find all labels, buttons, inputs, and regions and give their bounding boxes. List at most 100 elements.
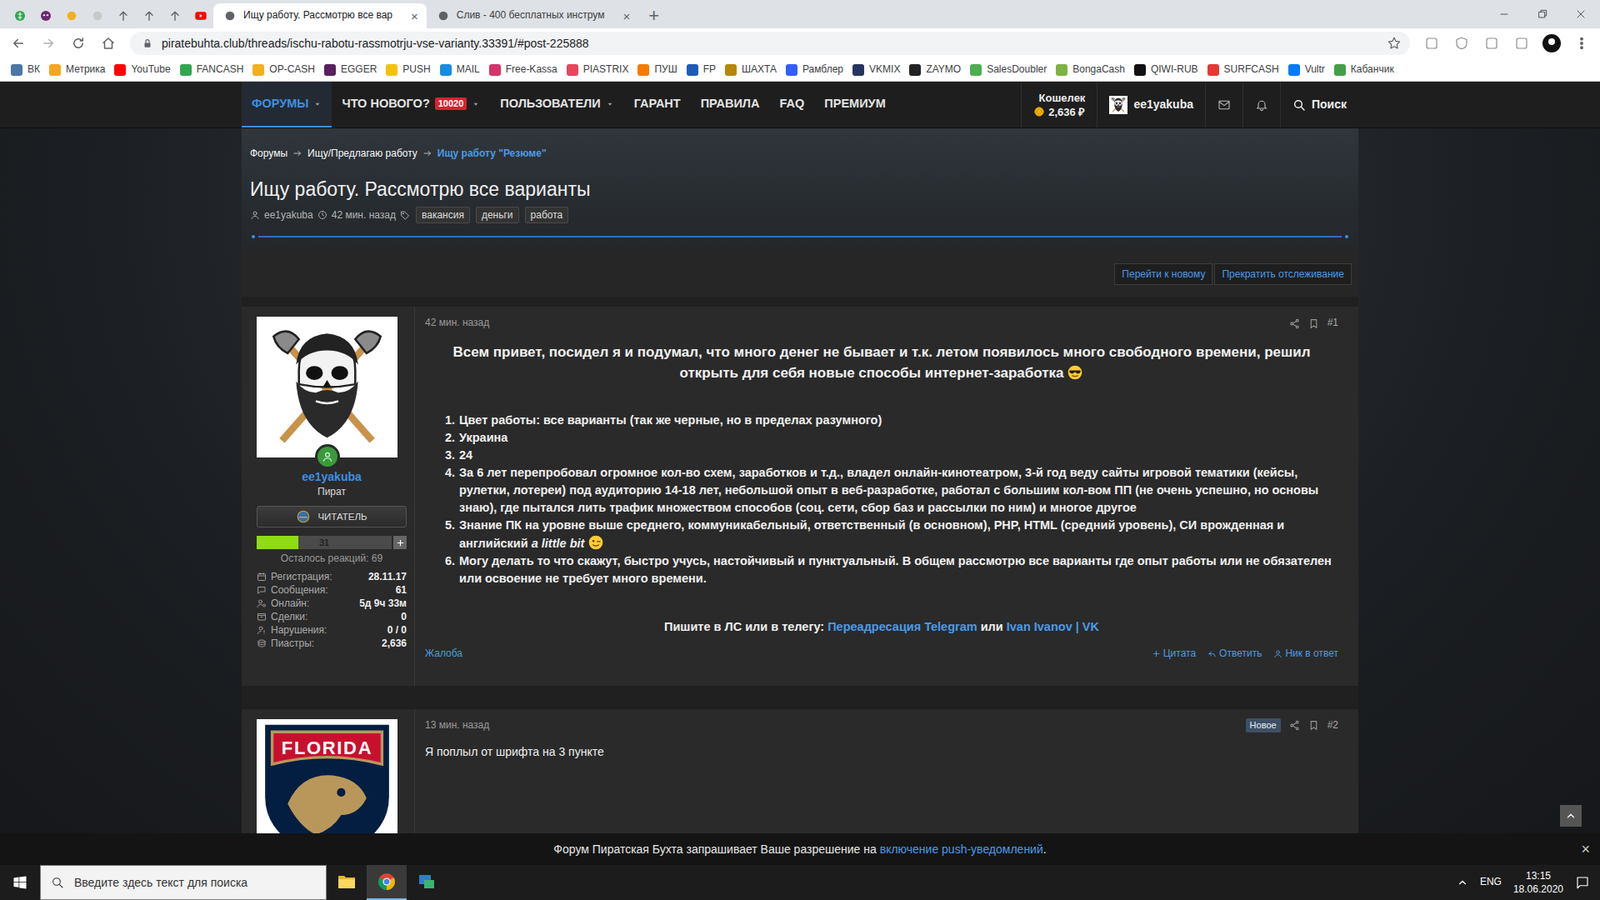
bookmark[interactable]: BongaCash: [1051, 60, 1130, 80]
taskbar-app[interactable]: [406, 865, 447, 900]
menu-button[interactable]: [1568, 30, 1595, 56]
notification-center-icon[interactable]: [1575, 875, 1590, 890]
post-number[interactable]: #1: [1327, 316, 1339, 330]
nav-item[interactable]: ПРАВИЛА: [690, 81, 770, 128]
link[interactable]: включение push-уведомлений: [880, 842, 1044, 856]
pinned-tab[interactable]: [32, 3, 59, 29]
avatar[interactable]: [256, 316, 398, 458]
back-arrow-button[interactable]: [5, 30, 32, 56]
bookmark[interactable]: ШАХТА: [720, 60, 781, 80]
extension-button[interactable]: [1448, 30, 1475, 56]
alerts-button[interactable]: [1242, 81, 1280, 128]
link[interactable]: Переадресация Telegram: [827, 620, 977, 634]
bookmark[interactable]: FANCASH: [175, 60, 249, 80]
bookmark[interactable]: Рамблер: [781, 60, 848, 80]
messages-button[interactable]: [1205, 81, 1243, 128]
thread-author[interactable]: ee1yakuba: [264, 207, 314, 223]
forward-arrow-button[interactable]: [35, 30, 62, 56]
breadcrumb[interactable]: Форумы: [250, 146, 288, 160]
bookmark[interactable]: MAIL: [435, 60, 485, 80]
restore-button[interactable]: [1523, 0, 1562, 29]
breadcrumb[interactable]: Ищу работу "Резюме": [437, 146, 547, 160]
link[interactable]: Ivan Ivanov | VK: [1006, 620, 1100, 634]
start-button[interactable]: [0, 865, 40, 900]
bookmark[interactable]: Метрика: [45, 60, 110, 80]
nav-item[interactable]: FAQ: [770, 81, 815, 128]
bookmark[interactable]: SURFCASH: [1203, 60, 1284, 80]
nav-item[interactable]: ПРЕМИУМ: [814, 81, 895, 128]
post-time[interactable]: 42 мин. назад: [425, 316, 490, 330]
wallet[interactable]: Кошелек2,636 ₽: [1020, 81, 1097, 128]
add-reaction-button[interactable]: [393, 535, 407, 550]
browser-tab[interactable]: Ищу работу. Рассмотрю все вар×: [213, 3, 427, 29]
tag-chip[interactable]: деньги: [475, 206, 520, 224]
url-text[interactable]: piratebuhta.club/threads/ischu-rabotu-ra…: [161, 35, 1379, 51]
input-language[interactable]: ENG: [1480, 875, 1502, 890]
bookmark[interactable]: PUSH: [381, 60, 435, 80]
share-icon[interactable]: [1289, 720, 1300, 731]
browser-tab[interactable]: Слив - 400 бесплатных инструм×: [426, 3, 639, 29]
bookmark[interactable]: VKMIX: [848, 60, 905, 80]
nav-item[interactable]: ГАРАНТ: [624, 81, 691, 128]
tag-chip[interactable]: вакансия: [415, 206, 470, 224]
post-action[interactable]: Ответить: [1207, 647, 1262, 661]
scroll-to-top-button[interactable]: [1560, 805, 1582, 827]
pinned-tab[interactable]: [84, 3, 110, 29]
pinned-tab[interactable]: [135, 3, 162, 29]
search-button[interactable]: Поиск: [1280, 81, 1359, 128]
bookmark[interactable]: YouTube: [110, 60, 175, 80]
clock[interactable]: 13:1518.06.2020: [1513, 869, 1564, 896]
bookmark[interactable]: Кабанчик: [1330, 60, 1399, 80]
tab-close-button[interactable]: ×: [410, 10, 419, 23]
pinned-tab[interactable]: [58, 3, 85, 29]
bookmark-star-icon[interactable]: [1386, 35, 1402, 51]
profile-button[interactable]: [1538, 30, 1565, 56]
new-tab-button[interactable]: +: [638, 3, 670, 29]
post-time[interactable]: 13 мин. назад: [425, 719, 490, 733]
post-action[interactable]: Цитата: [1151, 647, 1196, 661]
show-hidden-icons-icon[interactable]: [1456, 876, 1469, 889]
post-number[interactable]: #2: [1327, 719, 1339, 733]
bookmark[interactable]: QIWI-RUB: [1130, 60, 1203, 80]
breadcrumb[interactable]: Ищу/Предлагаю работу: [307, 146, 418, 160]
author-name[interactable]: ee1yakuba: [256, 469, 407, 485]
taskbar-search-input[interactable]: [72, 874, 316, 891]
bookmark[interactable]: ВК: [6, 60, 45, 80]
share-icon[interactable]: [1289, 318, 1300, 330]
taskbar-app[interactable]: [366, 865, 407, 900]
nav-item[interactable]: ПОЛЬЗОВАТЕЛИ: [490, 81, 624, 128]
extension-button[interactable]: [1418, 30, 1445, 56]
minimize-button[interactable]: [1485, 0, 1524, 29]
nav-item[interactable]: ЧТО НОВОГО?10020: [331, 81, 490, 128]
thread-button[interactable]: Перейти к новому: [1114, 263, 1213, 285]
bookmark[interactable]: ZAYMO: [905, 60, 965, 80]
pinned-tab[interactable]: [110, 3, 136, 29]
bookmark[interactable]: EGGER: [320, 60, 381, 80]
report-link[interactable]: Жалоба: [425, 647, 463, 661]
pinned-tab[interactable]: [6, 3, 33, 29]
bookmark[interactable]: FP: [682, 60, 720, 80]
home-button[interactable]: [95, 30, 122, 56]
thread-button[interactable]: Прекратить отслеживание: [1214, 263, 1352, 285]
bookmark[interactable]: ПУШ: [633, 60, 681, 80]
account-menu[interactable]: ee1yakuba: [1096, 81, 1205, 128]
bookmark-icon[interactable]: [1308, 318, 1320, 330]
close-window-button[interactable]: [1561, 0, 1600, 29]
push-close-button[interactable]: ×: [1580, 841, 1590, 857]
bearded-skull-avatar-icon[interactable]: [256, 316, 398, 458]
reload-button[interactable]: [65, 30, 92, 56]
tag-chip[interactable]: работа: [525, 206, 570, 224]
extension-button[interactable]: [1508, 30, 1535, 56]
bookmark[interactable]: PIASTRIX: [562, 60, 634, 80]
tab-close-button[interactable]: ×: [622, 10, 630, 23]
pinned-tab[interactable]: [187, 3, 214, 29]
bookmark[interactable]: Free-Kassa: [485, 60, 562, 80]
address-bar[interactable]: piratebuhta.club/threads/ischu-rabotu-ra…: [130, 31, 1410, 55]
bookmark-icon[interactable]: [1308, 720, 1320, 731]
nav-item[interactable]: ФОРУМЫ: [241, 81, 332, 128]
bookmark[interactable]: Vultr: [1284, 60, 1330, 80]
taskbar-app[interactable]: [326, 865, 367, 900]
taskbar-search[interactable]: [40, 865, 327, 900]
post-action[interactable]: Ник в ответ: [1273, 647, 1339, 661]
bookmark[interactable]: OP-CASH: [248, 60, 320, 80]
